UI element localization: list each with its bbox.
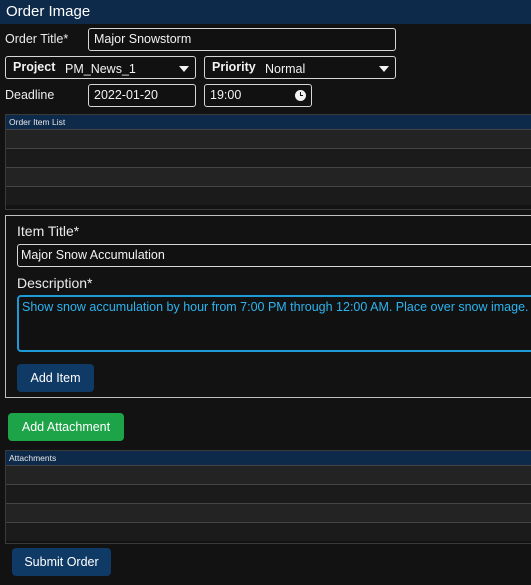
- submit-order-button[interactable]: Submit Order: [12, 548, 111, 576]
- order-item-list-header: Order Item List: [6, 115, 531, 129]
- table-row[interactable]: [6, 186, 531, 205]
- table-row[interactable]: [6, 484, 531, 503]
- priority-select[interactable]: Priority Normal: [204, 56, 396, 79]
- table-row[interactable]: [6, 465, 531, 484]
- table-row[interactable]: [6, 148, 531, 167]
- table-row[interactable]: [6, 522, 531, 541]
- deadline-time-input[interactable]: 19:00: [204, 84, 312, 107]
- table-row[interactable]: [6, 503, 531, 522]
- project-label: Project: [13, 60, 56, 74]
- deadline-date-input[interactable]: 2022-01-20: [88, 84, 196, 107]
- order-item-list: Order Item List: [5, 114, 531, 210]
- table-row[interactable]: [6, 167, 531, 186]
- order-title-label: Order Title*: [5, 32, 69, 46]
- priority-value: Normal: [265, 62, 306, 76]
- project-select[interactable]: Project PM_News_1: [5, 56, 196, 79]
- deadline-label: Deadline: [5, 88, 55, 102]
- attachments-header: Attachments: [6, 451, 531, 465]
- window-title: Order Image: [0, 0, 531, 24]
- clock-icon[interactable]: [295, 90, 306, 101]
- priority-label: Priority: [212, 60, 256, 74]
- item-title-input[interactable]: Major Snow Accumulation: [17, 244, 531, 267]
- add-item-button[interactable]: Add Item: [17, 364, 94, 392]
- description-textarea[interactable]: Show snow accumulation by hour from 7:00…: [17, 295, 531, 352]
- order-title-input[interactable]: Major Snowstorm: [88, 28, 396, 51]
- attachments-list: Attachments: [5, 450, 531, 544]
- project-value: PM_News_1: [65, 62, 136, 76]
- item-title-label: Item Title*: [17, 223, 80, 239]
- chevron-down-icon: [379, 66, 389, 72]
- chevron-down-icon: [179, 66, 189, 72]
- add-attachment-button[interactable]: Add Attachment: [8, 413, 124, 441]
- deadline-time-value: 19:00: [210, 88, 242, 102]
- table-row[interactable]: [6, 129, 531, 148]
- description-label: Description*: [17, 275, 93, 291]
- item-panel: Item Title* Major Snow Accumulation Desc…: [5, 215, 531, 398]
